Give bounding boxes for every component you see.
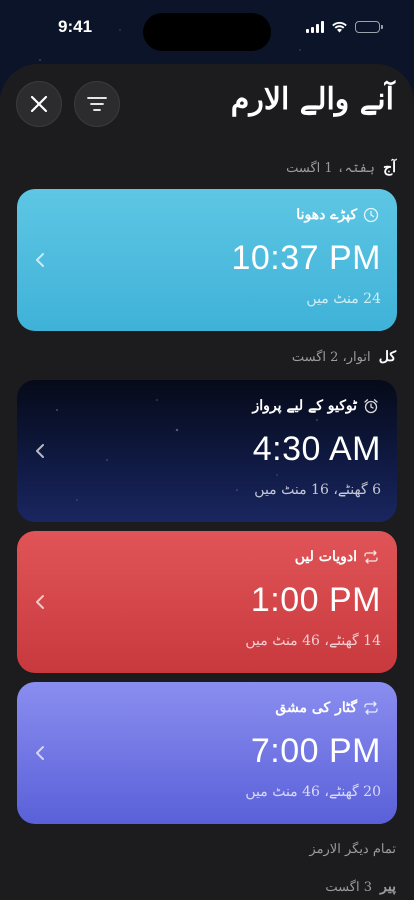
section-header-tomorrow: کل اتوار، 2 اگست [292,349,396,365]
alarm-time: 7:00 PM [250,732,381,770]
cellular-signal-icon [306,21,324,33]
alarm-remaining: 20 گھنٹے، 46 منٹ میں [245,784,381,800]
alarm-card[interactable]: ٹوکیو کے لیے پرواز 4:30 AM 6 گھنٹے، 16 م… [17,380,397,522]
close-button[interactable] [16,81,62,127]
section-header-today: آج ہفتہ، 1 اگست [286,160,396,176]
dynamic-island [143,13,271,51]
alarm-time: 10:37 PM [231,239,381,277]
alarm-title-row: ٹوکیو کے لیے پرواز [253,398,379,414]
section-date: اتوار، 2 اگست [291,350,371,365]
alarm-title: کپڑے دھونا [296,207,357,223]
section-date: 3 اگست [325,880,372,895]
alarm-title: گٹار کی مشق [275,700,357,716]
alarm-remaining: 14 گھنٹے، 46 منٹ میں [245,633,381,649]
chevron-left-icon[interactable] [33,592,47,612]
section-day: آج [383,160,396,176]
status-icons [306,21,383,33]
alarm-clock-icon [363,398,379,414]
battery-icon [355,21,383,33]
alarm-card[interactable]: گٹار کی مشق 7:00 PM 20 گھنٹے، 46 منٹ میں [17,682,397,824]
chevron-left-icon[interactable] [33,743,47,763]
status-time: 9:41 [58,17,93,36]
alarm-remaining: 24 منٹ میں [306,291,381,307]
section-header-other-alarms: تمام دیگر الارمز [309,842,396,857]
close-icon [30,95,48,113]
section-date: تمام دیگر الارمز [309,842,396,857]
section-day: کل [378,349,396,365]
wifi-icon [332,21,347,33]
chevron-left-icon[interactable] [33,250,47,270]
chevron-left-icon[interactable] [33,441,47,461]
alarm-card[interactable]: کپڑے دھونا 10:37 PM 24 منٹ میں [17,189,397,331]
upcoming-alarms-sheet: آنے والے الارم آج ہفتہ، 1 اگست کپڑے دھون… [0,64,414,900]
repeat-icon [363,700,379,716]
sheet-title: آنے والے الارم [230,82,394,117]
section-day: پیر [380,879,396,895]
alarm-title-row: گٹار کی مشق [275,700,379,716]
section-date: ہفتہ، 1 اگست [286,161,375,176]
section-header-monday: پیر 3 اگست [325,879,396,895]
alarm-time: 4:30 AM [252,430,381,468]
alarm-title: ٹوکیو کے لیے پرواز [252,398,357,414]
alarm-remaining: 6 گھنٹے، 16 منٹ میں [254,482,381,498]
repeat-icon [363,549,379,565]
alarm-title: ادویات لیں [294,549,357,565]
alarm-title-row: کپڑے دھونا [296,207,379,223]
alarm-card[interactable]: ادویات لیں 1:00 PM 14 گھنٹے، 46 منٹ میں [17,531,397,673]
alarm-title-row: ادویات لیں [295,549,379,565]
alarm-time: 1:00 PM [250,581,381,619]
filter-menu-button[interactable] [74,81,120,127]
clock-icon [363,207,379,223]
filter-menu-icon [87,97,107,111]
